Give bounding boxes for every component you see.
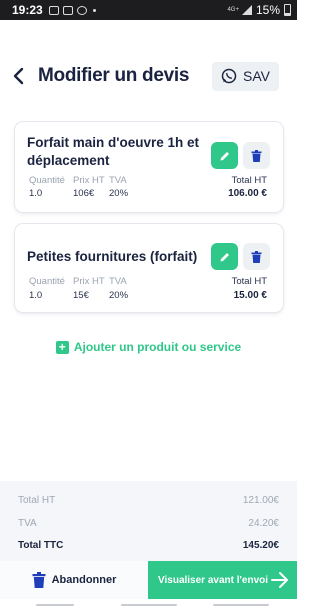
page-title: Modifier un devis: [38, 65, 190, 86]
more-notifications-icon: [92, 8, 96, 12]
trash-icon: [32, 572, 46, 588]
tva-value: 20%: [109, 188, 129, 199]
total-ht-value: 106.00 €: [228, 188, 267, 199]
arrow-right-icon: [271, 572, 288, 588]
status-bar: 19:23 4G+ 15%: [0, 0, 297, 20]
nav-home-handle[interactable]: [121, 604, 177, 606]
totals-summary: Total HT 121.00€ TVA 24.20€ Total TTC 14…: [0, 481, 297, 561]
summary-total-ttc-label: Total TTC: [18, 540, 64, 551]
tva-label: TVA: [109, 175, 127, 186]
delete-item-button[interactable]: [243, 142, 270, 169]
nav-recents-handle[interactable]: [36, 604, 74, 606]
tva-value: 20%: [109, 290, 129, 301]
total-ht-value: 15.00 €: [233, 290, 267, 301]
summary-tva-value: 24.20€: [248, 518, 279, 529]
summary-row-tva: TVA 24.20€: [18, 518, 279, 529]
add-product-label: Ajouter un produit ou service: [73, 340, 242, 354]
price-label: Prix HT: [73, 276, 105, 287]
summary-tva-label: TVA: [18, 518, 37, 529]
item-name: Forfait main d'oeuvre 1h et déplacement: [27, 135, 199, 168]
summary-total-ht-label: Total HT: [18, 495, 56, 506]
price-value: 15€: [73, 290, 89, 301]
summary-row-total-ttc: Total TTC 145.20€: [18, 540, 279, 551]
total-ht-label: Total HT: [231, 175, 267, 186]
price-label: Prix HT: [73, 175, 105, 186]
pencil-icon: [220, 151, 229, 160]
battery-level: 15%: [255, 3, 280, 17]
quantity-label: Quantité: [29, 276, 65, 287]
nav-back-handle[interactable]: [213, 604, 269, 606]
quantity-value: 1.0: [29, 290, 43, 301]
gallery-notification-icon: [48, 5, 59, 15]
signal-icon: [241, 5, 252, 15]
plus-icon: +: [55, 340, 69, 354]
system-navigation-bar: [0, 599, 297, 610]
sav-label: SAV: [243, 68, 270, 84]
summary-row-total-ht: Total HT 121.00€: [18, 495, 279, 506]
total-ht-label: Total HT: [231, 276, 267, 287]
preview-before-send-button[interactable]: Visualiser avant l'envoi: [148, 561, 297, 599]
trash-icon: [251, 149, 262, 162]
add-product-button[interactable]: + Ajouter un produit ou service: [0, 340, 297, 354]
status-time: 19:23: [12, 3, 43, 17]
quantity-value: 1.0: [29, 188, 43, 199]
back-arrow-icon: [13, 67, 24, 85]
bottom-action-bar: Abandonner Visualiser avant l'envoi: [0, 561, 297, 599]
sav-button[interactable]: SAV: [212, 61, 279, 91]
mail-notification-icon: [62, 5, 73, 15]
summary-total-ht-value: 121.00€: [242, 495, 279, 506]
edit-item-button[interactable]: [211, 142, 238, 169]
delete-item-button[interactable]: [243, 243, 270, 270]
item-name: Petites fournitures (forfait): [27, 249, 198, 264]
price-value: 106€: [73, 188, 95, 199]
preview-label: Visualiser avant l'envoi: [158, 574, 269, 586]
quote-item-card: Petites fournitures (forfait) Quantité P…: [15, 224, 283, 312]
page-header: Modifier un devis SAV: [12, 60, 279, 92]
edit-item-button[interactable]: [211, 243, 238, 270]
network-type: 4G+: [227, 7, 239, 13]
quantity-label: Quantité: [29, 175, 65, 186]
summary-total-ttc-value: 145.20€: [242, 540, 279, 551]
abandon-label: Abandonner: [51, 574, 117, 586]
tva-label: TVA: [109, 276, 127, 287]
back-button[interactable]: [12, 65, 34, 87]
trash-icon: [251, 250, 262, 263]
pencil-icon: [220, 252, 229, 261]
battery-icon: [284, 4, 291, 16]
whatsapp-icon: [221, 68, 237, 84]
quote-item-card: Forfait main d'oeuvre 1h et déplacement …: [15, 122, 283, 212]
app-notification-icon: [76, 5, 87, 15]
abandon-button[interactable]: Abandonner: [0, 561, 148, 599]
